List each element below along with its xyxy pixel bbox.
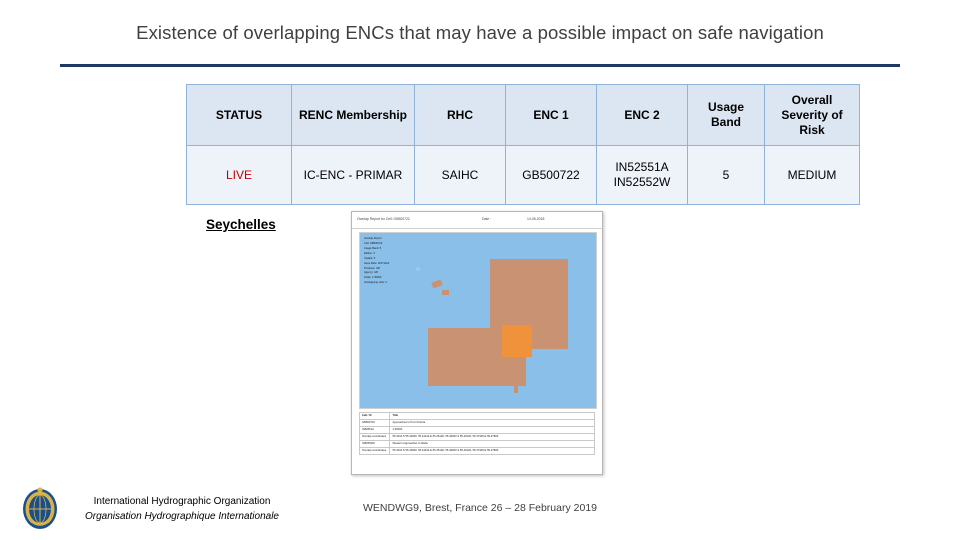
cell-enc2: IN52551A IN52552W xyxy=(596,145,688,205)
report-detail-row: Overlap coordinates 55.4331 S 55.43900, … xyxy=(358,433,595,442)
map-legend: Overlap Report Cell: GB500722 Usage Band… xyxy=(364,237,422,286)
column-header-enc1: ENC 1 xyxy=(505,84,597,146)
column-header-rhc: RHC xyxy=(414,84,506,146)
report-header: Overlap Report for Cell: GB500722 Date :… xyxy=(352,212,602,229)
report-detail-row: GB500722 Approaches to Port Victoria xyxy=(358,419,595,428)
footer-event: WENDWG9, Brest, France 26 – 28 February … xyxy=(362,502,597,514)
report-map: Overlap Report Cell: GB500722 Usage Band… xyxy=(359,232,597,409)
map-overlap-highlight xyxy=(502,325,532,357)
overlap-report-screenshot: Overlap Report for Cell: GB500722 Date :… xyxy=(351,211,603,475)
report-detail-table: Cell / IC Title GB500722 Approaches to P… xyxy=(358,411,595,456)
report-detail-cell-id: GB500722 xyxy=(358,419,391,428)
column-header-renc: RENC Membership xyxy=(291,84,415,146)
enc-overlap-table: STATUS RENC Membership RHC ENC 1 ENC 2 U… xyxy=(186,84,860,205)
title-divider xyxy=(60,64,900,67)
column-header-usage-band: Usage Band xyxy=(687,84,765,146)
column-header-enc2: ENC 2 xyxy=(596,84,688,146)
footer-org-line2: Organisation Hydrographique Internationa… xyxy=(84,511,279,522)
report-detail-header-row: Cell / IC Title xyxy=(358,411,595,421)
iho-logo xyxy=(23,487,57,529)
footer-org-line1: International Hydrographic Organization xyxy=(93,496,271,507)
report-header-date-value: 14-05-2018 xyxy=(527,217,545,221)
cell-enc2-line1: IN52551A xyxy=(615,160,669,174)
report-detail-row: IN52552W Western Approaches to Mahe xyxy=(358,440,595,449)
report-detail-cell-id: Overlap coordinates xyxy=(358,433,391,442)
map-island-b xyxy=(442,290,449,295)
report-detail-cell-text: Western Approaches to Mahe xyxy=(389,440,595,449)
map-island-e xyxy=(514,385,518,393)
table-row: LIVE IC-ENC - PRIMAR SAIHC GB500722 IN52… xyxy=(186,145,860,205)
report-detail-col-cell: Cell / IC xyxy=(358,411,391,421)
report-detail-row: Overlap coordinates 55.4331 S 55.43900, … xyxy=(358,447,595,456)
cell-enc1: GB500722 xyxy=(505,145,597,205)
report-detail-cell-text: 55.4331 S 55.43900, 55.44444 E 55.45100,… xyxy=(389,447,595,456)
cell-enc2-line2: IN52552W xyxy=(613,175,671,189)
map-island-a xyxy=(431,279,443,289)
map-legend-line-10: Overlapping cells: 2 xyxy=(364,281,387,285)
report-detail-cell-text: 1:45000 xyxy=(389,426,595,435)
cell-renc: IC-ENC - PRIMAR xyxy=(291,145,415,205)
report-detail-col-title: Title xyxy=(389,411,595,421)
report-detail-row: IN52551A 1:45000 xyxy=(358,426,595,435)
report-detail-cell-text: 55.4331 S 55.43900, 55.44444 E 55.45100,… xyxy=(389,433,595,442)
report-detail-cell-id: IN52552W xyxy=(358,440,391,449)
map-island-c xyxy=(416,267,420,271)
report-detail-cell-text: Approaches to Port Victoria xyxy=(389,419,595,428)
page-title: Existence of overlapping ENCs that may h… xyxy=(136,22,824,43)
country-label: Seychelles xyxy=(206,217,276,232)
report-header-date-label: Date : xyxy=(482,217,492,221)
cell-overall-severity: MEDIUM xyxy=(764,145,860,205)
table-header-row: STATUS RENC Membership RHC ENC 1 ENC 2 U… xyxy=(186,84,860,146)
column-header-overall-severity: Overall Severity of Risk xyxy=(764,84,860,146)
report-header-left: Overlap Report for Cell: GB500722 xyxy=(357,217,410,221)
column-header-status: STATUS xyxy=(186,84,292,146)
cell-usage-band: 5 xyxy=(687,145,765,205)
report-detail-cell-id: Overlap coordinates xyxy=(358,447,391,456)
footer-organization: International Hydrographic Organization … xyxy=(72,494,292,524)
cell-rhc: SAIHC xyxy=(414,145,506,205)
report-detail-cell-id: IN52551A xyxy=(358,426,391,435)
cell-status: LIVE xyxy=(186,145,292,205)
slide: Existence of overlapping ENCs that may h… xyxy=(0,0,960,540)
